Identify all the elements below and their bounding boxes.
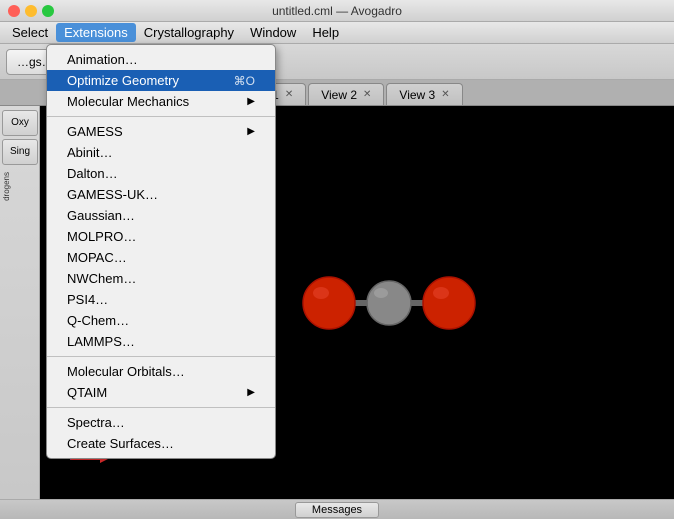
menu-item-qtaim[interactable]: QTAIM ▶	[47, 382, 275, 403]
menu-item-molpro[interactable]: MOLPRO…	[47, 226, 275, 247]
status-bar: Messages	[0, 499, 674, 519]
optimize-geometry-shortcut: ⌘O	[234, 74, 255, 88]
menu-item-spectra[interactable]: Spectra…	[47, 412, 275, 433]
extensions-dropdown: Animation… Optimize Geometry ⌘O Molecula…	[46, 44, 276, 459]
sidebar: Oxy Sing drogens	[0, 106, 40, 499]
separator-1	[47, 116, 275, 117]
submenu-arrow-qtaim: ▶	[247, 387, 255, 398]
menu-item-nwchem[interactable]: NWChem…	[47, 268, 275, 289]
menu-item-molecular-mechanics[interactable]: Molecular Mechanics ▶	[47, 91, 275, 112]
dropdown-menu: Animation… Optimize Geometry ⌘O Molecula…	[46, 44, 276, 459]
menu-crystallography[interactable]: Crystallography	[136, 23, 242, 42]
window-title: untitled.cml — Avogadro	[272, 4, 402, 18]
menu-help[interactable]: Help	[304, 23, 347, 42]
tab-view3-close[interactable]: ✕	[441, 89, 449, 100]
sidebar-label-hydrogens: drogens	[2, 172, 37, 201]
sidebar-button-oxy[interactable]: Oxy	[2, 110, 38, 136]
sidebar-button-sing[interactable]: Sing	[2, 139, 38, 165]
menu-item-qchem[interactable]: Q-Chem…	[47, 310, 275, 331]
menu-item-animation[interactable]: Animation…	[47, 49, 275, 70]
menu-item-lammps[interactable]: LAMMPS…	[47, 331, 275, 352]
tab-view1-close[interactable]: ✕	[285, 89, 293, 100]
messages-button[interactable]: Messages	[295, 502, 379, 518]
menu-item-dalton[interactable]: Dalton…	[47, 163, 275, 184]
tab-view2-close[interactable]: ✕	[363, 89, 371, 100]
submenu-arrow-gamess: ▶	[247, 126, 255, 137]
molecule-svg	[289, 253, 489, 353]
menu-item-mopac[interactable]: MOPAC…	[47, 247, 275, 268]
menu-item-create-surfaces[interactable]: Create Surfaces…	[47, 433, 275, 454]
menubar: Select Extensions Crystallography Window…	[0, 22, 674, 44]
submenu-arrow-molecular-mechanics: ▶	[247, 96, 255, 107]
tab-view3[interactable]: View 3 ✕	[386, 83, 462, 105]
window-controls	[8, 5, 54, 17]
tab-view2-label: View 2	[321, 88, 357, 102]
menu-item-molecular-orbitals[interactable]: Molecular Orbitals…	[47, 361, 275, 382]
separator-2	[47, 356, 275, 357]
menu-item-psi4[interactable]: PSI4…	[47, 289, 275, 310]
menu-item-gaussian[interactable]: Gaussian…	[47, 205, 275, 226]
titlebar: untitled.cml — Avogadro	[0, 0, 674, 22]
app-window: untitled.cml — Avogadro Select Extension…	[0, 0, 674, 519]
menu-extensions[interactable]: Extensions	[56, 23, 136, 42]
tab-view2[interactable]: View 2 ✕	[308, 83, 384, 105]
minimize-button[interactable]	[25, 5, 37, 17]
menu-item-gamess[interactable]: GAMESS ▶	[47, 121, 275, 142]
menu-item-optimize-geometry[interactable]: Optimize Geometry ⌘O	[47, 70, 275, 91]
separator-3	[47, 407, 275, 408]
menu-item-gamess-uk[interactable]: GAMESS-UK…	[47, 184, 275, 205]
menu-item-abinit[interactable]: Abinit…	[47, 142, 275, 163]
menu-select[interactable]: Select	[4, 23, 56, 42]
maximize-button[interactable]	[42, 5, 54, 17]
close-button[interactable]	[8, 5, 20, 17]
tab-view3-label: View 3	[399, 88, 435, 102]
menu-window[interactable]: Window	[242, 23, 304, 42]
